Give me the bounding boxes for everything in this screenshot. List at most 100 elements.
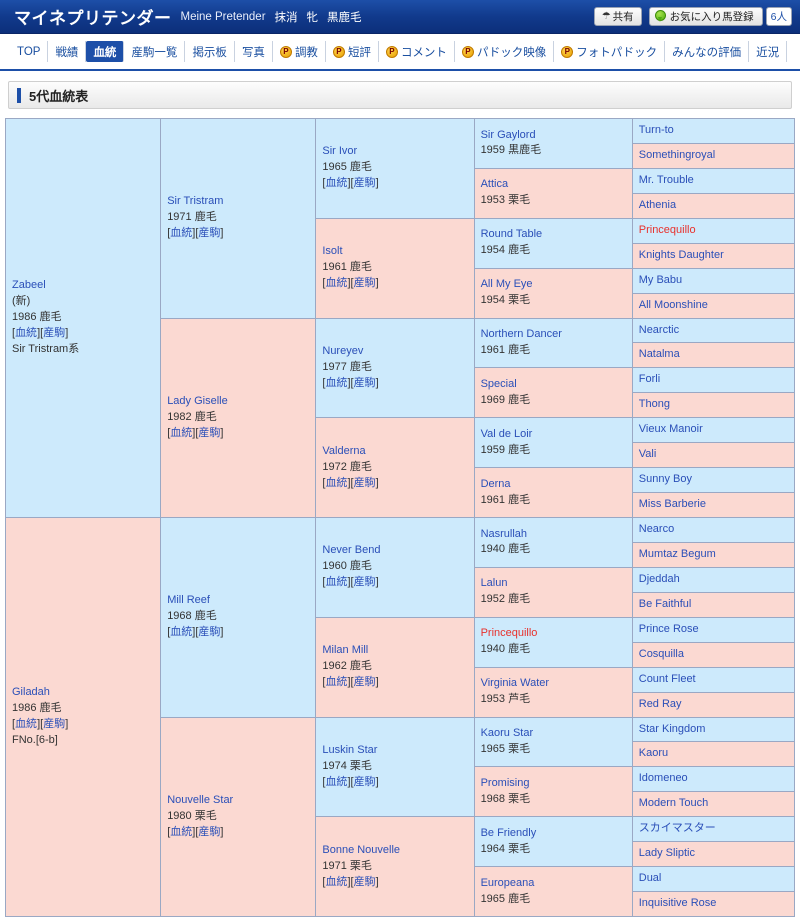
- horse-link[interactable]: Kaoru: [639, 746, 788, 762]
- horse-link[interactable]: Turn-to: [639, 123, 788, 139]
- nav-tab-9[interactable]: P コメント: [379, 41, 455, 62]
- nav-tab-6[interactable]: 写真: [235, 41, 273, 62]
- nav-tab-4[interactable]: 産駒一覧: [124, 41, 186, 62]
- horse-link[interactable]: Nasrullah: [481, 527, 626, 543]
- pedigree-link[interactable]: 血統: [325, 477, 347, 489]
- pedigree-link[interactable]: 血統: [170, 427, 192, 439]
- horse-link[interactable]: Forli: [639, 372, 788, 388]
- favorite-count-badge[interactable]: 6人: [765, 7, 792, 26]
- pedigree-link[interactable]: 血統: [325, 576, 347, 588]
- add-favorite-button[interactable]: お気に入り馬登録: [648, 7, 763, 26]
- horse-link[interactable]: My Babu: [639, 273, 788, 289]
- horse-link[interactable]: Nureyev: [322, 344, 467, 360]
- horse-link[interactable]: Special: [481, 377, 626, 393]
- offspring-link[interactable]: 産駒: [43, 718, 65, 730]
- pedigree-link[interactable]: 血統: [170, 227, 192, 239]
- pedigree-link[interactable]: 血統: [170, 626, 192, 638]
- horse-link[interactable]: Round Table: [481, 227, 626, 243]
- horse-link[interactable]: Val de Loir: [481, 427, 626, 443]
- pedigree-link[interactable]: 血統: [325, 676, 347, 688]
- pedigree-link[interactable]: 血統: [15, 327, 37, 339]
- pedigree-link[interactable]: 血統: [325, 177, 347, 189]
- nav-tab-7[interactable]: P 調教: [273, 41, 326, 62]
- horse-link[interactable]: Athenia: [639, 198, 788, 214]
- pedigree-link[interactable]: 血統: [15, 718, 37, 730]
- horse-link[interactable]: Sunny Boy: [639, 472, 788, 488]
- horse-link[interactable]: Dual: [639, 871, 788, 887]
- offspring-link[interactable]: 産駒: [43, 327, 65, 339]
- horse-link[interactable]: Virginia Water: [481, 676, 626, 692]
- nav-tab-5[interactable]: 掲示板: [185, 41, 235, 62]
- nav-tab-8[interactable]: P 短評: [326, 41, 379, 62]
- nav-tab-10[interactable]: P パドック映像: [455, 41, 555, 62]
- horse-link[interactable]: Inquisitive Rose: [639, 896, 788, 912]
- horse-link[interactable]: Bonne Nouvelle: [322, 843, 467, 859]
- share-button[interactable]: ☂ 共有: [593, 7, 642, 26]
- horse-link[interactable]: Knights Daughter: [639, 248, 788, 264]
- horse-link[interactable]: Sir Gaylord: [481, 128, 626, 144]
- horse-link[interactable]: Cosquilla: [639, 647, 788, 663]
- horse-link[interactable]: Lady Sliptic: [639, 846, 788, 862]
- horse-link[interactable]: Idomeneo: [639, 771, 788, 787]
- horse-link[interactable]: Be Faithful: [639, 597, 788, 613]
- pedigree-link[interactable]: 血統: [325, 776, 347, 788]
- horse-link[interactable]: Djeddah: [639, 572, 788, 588]
- horse-link[interactable]: スカイマスター: [639, 821, 788, 837]
- horse-link[interactable]: Prince Rose: [639, 622, 788, 638]
- horse-link[interactable]: Lalun: [481, 576, 626, 592]
- offspring-link[interactable]: 産駒: [354, 776, 376, 788]
- nav-tab-3[interactable]: 血統: [86, 41, 125, 62]
- horse-link[interactable]: Red Ray: [639, 697, 788, 713]
- horse-link[interactable]: Mumtaz Begum: [639, 547, 788, 563]
- horse-link[interactable]: Luskin Star: [322, 743, 467, 759]
- nav-tab-2[interactable]: 戦績: [48, 41, 87, 62]
- horse-link[interactable]: Vieux Manoir: [639, 422, 788, 438]
- offspring-link[interactable]: 産駒: [354, 277, 376, 289]
- horse-link[interactable]: Count Fleet: [639, 672, 788, 688]
- horse-link[interactable]: Nouvelle Star: [167, 793, 309, 809]
- offspring-link[interactable]: 産駒: [354, 676, 376, 688]
- pedigree-link[interactable]: 血統: [325, 277, 347, 289]
- horse-link[interactable]: Isolt: [322, 244, 467, 260]
- horse-link[interactable]: All Moonshine: [639, 298, 788, 314]
- nav-tab-11[interactable]: P フォトパドック: [554, 41, 666, 62]
- offspring-link[interactable]: 産駒: [198, 826, 220, 838]
- offspring-link[interactable]: 産駒: [354, 876, 376, 888]
- horse-link[interactable]: Kaoru Star: [481, 726, 626, 742]
- nav-tab-12[interactable]: みんなの評価: [665, 41, 750, 62]
- horse-link[interactable]: Giladah: [12, 685, 154, 701]
- offspring-link[interactable]: 産駒: [354, 477, 376, 489]
- horse-link[interactable]: Sir Ivor: [322, 144, 467, 160]
- horse-link[interactable]: Somethingroyal: [639, 148, 788, 164]
- nav-tab-13[interactable]: 近況: [749, 41, 788, 62]
- offspring-link[interactable]: 産駒: [354, 576, 376, 588]
- horse-link[interactable]: Vali: [639, 447, 788, 463]
- horse-link[interactable]: Princequillo: [481, 626, 626, 642]
- horse-link[interactable]: Lady Giselle: [167, 394, 309, 410]
- horse-link[interactable]: All My Eye: [481, 277, 626, 293]
- horse-link[interactable]: Nearco: [639, 522, 788, 538]
- horse-link[interactable]: Mill Reef: [167, 593, 309, 609]
- horse-link[interactable]: Thong: [639, 397, 788, 413]
- horse-link[interactable]: Europeana: [481, 876, 626, 892]
- offspring-link[interactable]: 産駒: [354, 177, 376, 189]
- offspring-link[interactable]: 産駒: [198, 227, 220, 239]
- horse-link[interactable]: Princequillo: [639, 223, 788, 239]
- horse-link[interactable]: Sir Tristram: [167, 194, 309, 210]
- horse-link[interactable]: Promising: [481, 776, 626, 792]
- horse-link[interactable]: Star Kingdom: [639, 722, 788, 738]
- horse-link[interactable]: Zabeel: [12, 278, 154, 294]
- horse-link[interactable]: Attica: [481, 177, 626, 193]
- offspring-link[interactable]: 産駒: [198, 427, 220, 439]
- horse-link[interactable]: Derna: [481, 477, 626, 493]
- horse-link[interactable]: Miss Barberie: [639, 497, 788, 513]
- horse-link[interactable]: Never Bend: [322, 543, 467, 559]
- horse-link[interactable]: Nearctic: [639, 323, 788, 339]
- pedigree-link[interactable]: 血統: [325, 876, 347, 888]
- horse-link[interactable]: Valderna: [322, 444, 467, 460]
- horse-link[interactable]: Modern Touch: [639, 796, 788, 812]
- horse-link[interactable]: Milan Mill: [322, 643, 467, 659]
- horse-link[interactable]: Mr. Trouble: [639, 173, 788, 189]
- offspring-link[interactable]: 産駒: [198, 626, 220, 638]
- horse-link[interactable]: Be Friendly: [481, 826, 626, 842]
